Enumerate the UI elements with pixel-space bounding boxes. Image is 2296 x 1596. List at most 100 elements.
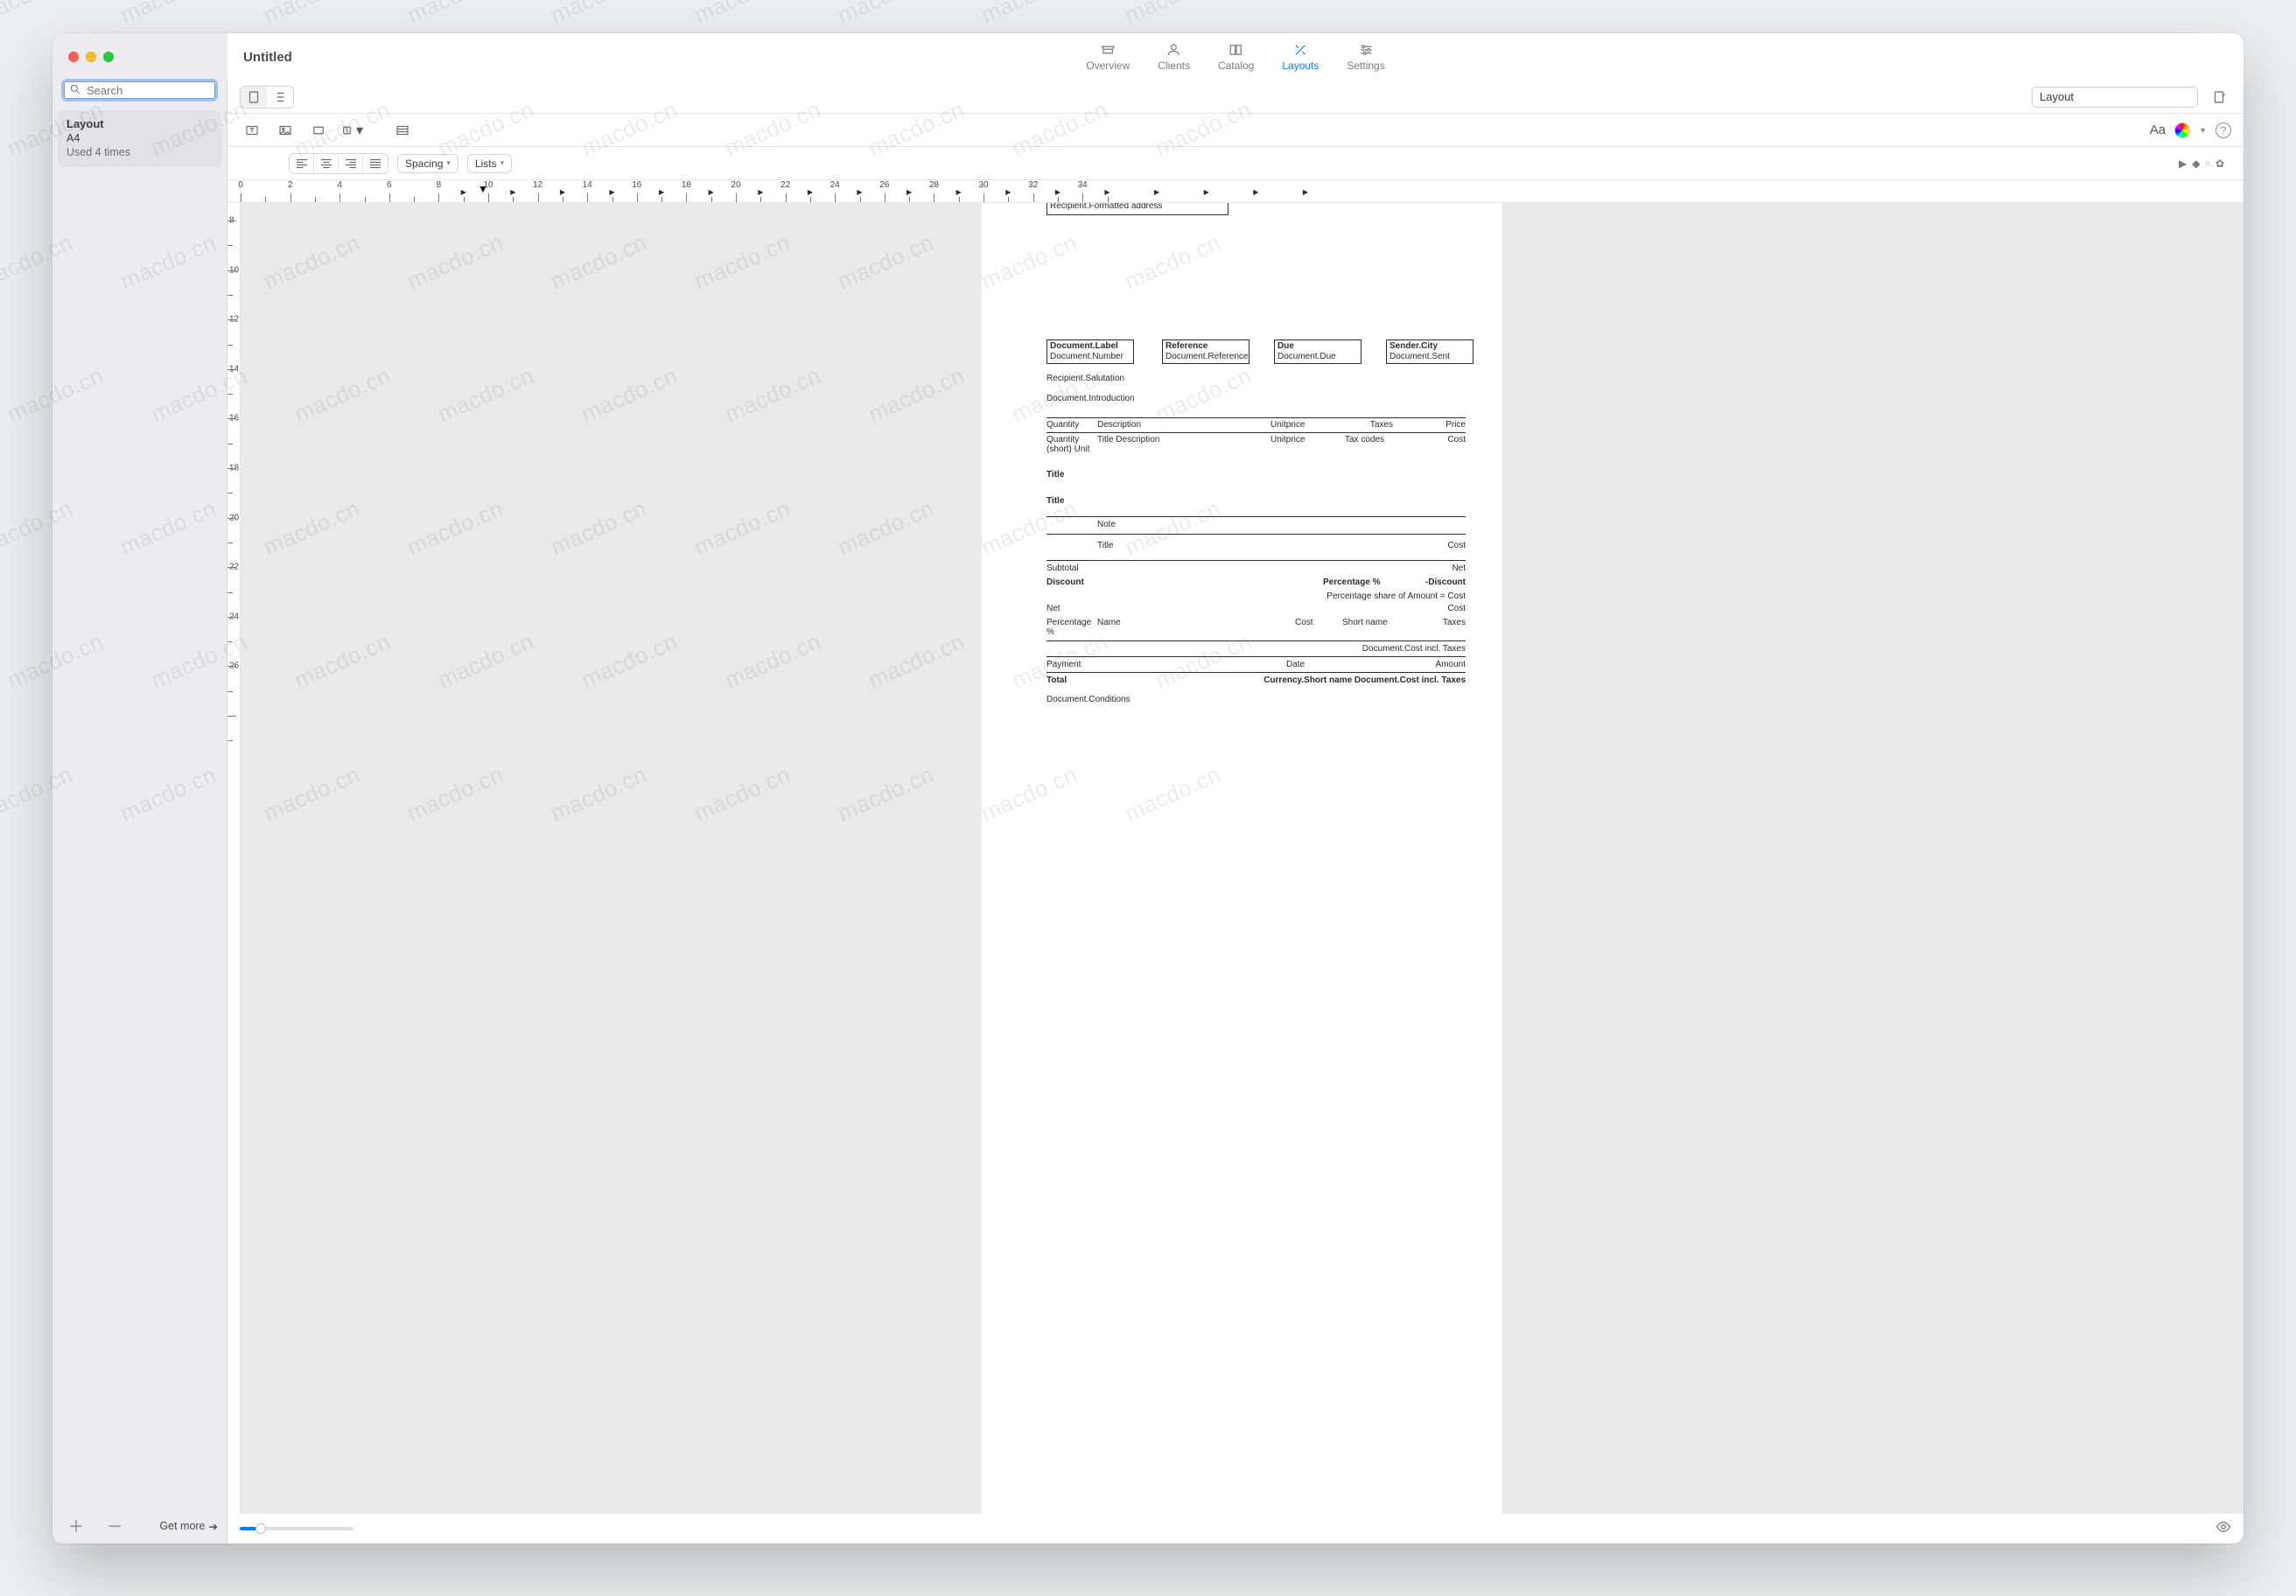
tr-title[interactable]: Title Description — [1097, 435, 1194, 444]
row-total[interactable]: Total — [1046, 676, 1067, 685]
table-rule-1 — [1046, 432, 1466, 433]
row-payment[interactable]: Payment — [1046, 660, 1081, 669]
row-title1[interactable]: Title — [1046, 470, 1064, 480]
page-settings-icon[interactable] — [2207, 87, 2231, 108]
row-note[interactable]: Note — [1097, 520, 1116, 529]
close-icon[interactable] — [68, 52, 79, 62]
search-icon — [69, 83, 81, 98]
insert-table-icon[interactable] — [390, 120, 415, 141]
row-pct-cost[interactable]: Cost — [1295, 618, 1313, 627]
tab-clients[interactable]: Clients — [1158, 42, 1190, 72]
zoom-slider[interactable] — [240, 1527, 354, 1530]
editor: $▾ Aa ▼ ? Spaci — [228, 80, 2244, 1544]
insert-textbox-icon[interactable] — [240, 120, 264, 141]
sidebar-item-title: Layout — [66, 117, 213, 130]
layout-name-input[interactable] — [2032, 87, 2198, 108]
lists-select[interactable]: Lists ▾ — [467, 154, 512, 173]
insert-image-icon[interactable] — [273, 120, 298, 141]
row-discount[interactable]: Discount — [1046, 578, 1084, 587]
vertical-ruler[interactable]: 8101214161820222426 — [228, 203, 241, 1514]
tr-cost[interactable]: Cost — [1447, 435, 1466, 444]
field-introduction[interactable]: Document.Introduction — [1046, 394, 1135, 403]
diamond-icon[interactable]: ◆ — [2192, 158, 2200, 170]
row-title3[interactable]: Title — [1097, 541, 1114, 550]
window-controls — [52, 33, 228, 80]
th-unitprice: Unitprice — [1270, 420, 1305, 430]
document-title: Untitled — [243, 50, 292, 65]
align-right-icon[interactable] — [339, 154, 363, 173]
get-more-button[interactable]: Get more ➔ — [159, 1520, 218, 1533]
header-field-1[interactable]: ReferenceDocument.Reference — [1162, 340, 1250, 364]
shape-quick-nav: ▶ ◆ ○ ✿ — [2179, 158, 2231, 170]
tab-overview[interactable]: Overview — [1086, 42, 1130, 72]
view-mode-segment[interactable] — [240, 86, 294, 108]
align-left-icon[interactable] — [290, 154, 314, 173]
page[interactable]: Recipient.Formatted address Recipient.Sa… — [982, 203, 1502, 1514]
insert-shape-icon[interactable] — [306, 120, 331, 141]
tr-up[interactable]: Unitprice — [1270, 435, 1305, 444]
play-icon[interactable]: ▶ — [2179, 158, 2187, 170]
row-discount-neg[interactable]: -Discount — [1425, 578, 1466, 587]
row-conditions[interactable]: Document.Conditions — [1046, 695, 1130, 704]
note-rule-bot — [1046, 534, 1466, 535]
row-title2[interactable]: Title — [1046, 496, 1064, 506]
tab-settings[interactable]: Settings — [1347, 42, 1384, 72]
row-pct[interactable]: Percentage % — [1046, 618, 1096, 637]
horizontal-ruler[interactable]: 0246810121416182022242628303234▶▶▶▶▶▶▶▶▶… — [228, 180, 2244, 203]
minimize-icon[interactable] — [86, 52, 96, 62]
align-justify-icon[interactable] — [363, 154, 388, 173]
font-button[interactable]: Aa — [2150, 122, 2166, 137]
header-field-0[interactable]: Document.LabelDocument.Number — [1046, 340, 1134, 364]
row-payment-date[interactable]: Date — [1286, 660, 1305, 669]
color-dropdown-icon[interactable]: ▼ — [2199, 126, 2207, 135]
add-button[interactable]: ＋ — [68, 1515, 84, 1537]
lists-label: Lists — [475, 158, 497, 170]
tr-tax[interactable]: Tax codes — [1345, 435, 1384, 444]
app-window: Untitled Overview Clients — [52, 33, 2244, 1544]
align-segment[interactable] — [289, 153, 388, 174]
field-salutation[interactable]: Recipient.Salutation — [1046, 374, 1124, 383]
zoom-icon[interactable] — [103, 52, 114, 62]
get-more-label: Get more — [159, 1520, 205, 1532]
search-input[interactable] — [87, 84, 241, 97]
canvas[interactable]: Recipient.Formatted address Recipient.Sa… — [241, 203, 2244, 1514]
gear-small-icon[interactable]: ✿ — [2216, 158, 2224, 170]
tr-qty[interactable]: Quantity (short) Unit — [1046, 435, 1094, 454]
row-total-val[interactable]: Currency.Short name Document.Cost incl. … — [1264, 676, 1466, 685]
spacing-select[interactable]: Spacing ▾ — [397, 154, 458, 173]
remove-button[interactable]: － — [107, 1515, 122, 1537]
row-subtotal-net[interactable]: Net — [1452, 564, 1466, 573]
titlebar: Untitled Overview Clients — [52, 33, 2244, 80]
tab-catalog[interactable]: Catalog — [1218, 42, 1254, 72]
row-pct-share[interactable]: Percentage share of Amount = Cost — [1326, 592, 1466, 601]
sidebar-item-layout[interactable]: Layout A4 Used 4 times — [58, 110, 221, 167]
preview-icon[interactable] — [2216, 1519, 2231, 1539]
row-pct-short[interactable]: Short name — [1342, 618, 1388, 627]
color-picker-icon[interactable] — [2174, 122, 2190, 138]
tab-clients-label: Clients — [1158, 60, 1190, 72]
row-cost-incl[interactable]: Document.Cost incl. Taxes — [1362, 644, 1466, 654]
sidebar-search[interactable]: ▲▼ — [61, 79, 218, 102]
catalog-icon — [1227, 42, 1246, 58]
row-net[interactable]: Net — [1046, 604, 1060, 613]
row-pct-name[interactable]: Name — [1097, 618, 1121, 627]
row-pct-taxes[interactable]: Taxes — [1443, 618, 1466, 627]
help-icon[interactable]: ? — [2216, 122, 2231, 138]
page-view-icon[interactable] — [241, 87, 267, 108]
pct-rule — [1046, 640, 1466, 641]
header-field-3[interactable]: Sender.CityDocument.Sent — [1386, 340, 1474, 364]
payment-rule-bot — [1046, 672, 1466, 673]
insert-variable-icon[interactable]: $▾ — [340, 120, 364, 141]
row-subtotal[interactable]: Subtotal — [1046, 564, 1079, 573]
circle-icon[interactable]: ○ — [2206, 158, 2210, 171]
row-payment-amt[interactable]: Amount — [1436, 660, 1466, 669]
field-recipient-address[interactable]: Recipient.Formatted address — [1046, 203, 1228, 215]
row-cost3[interactable]: Cost — [1447, 541, 1466, 550]
align-center-icon[interactable] — [314, 154, 339, 173]
row-discount-pct[interactable]: Percentage % — [1323, 578, 1381, 587]
settings-icon — [1356, 42, 1376, 58]
row-net-cost[interactable]: Cost — [1447, 604, 1466, 613]
header-field-2[interactable]: DueDocument.Due — [1274, 340, 1362, 364]
list-view-icon[interactable] — [267, 87, 293, 108]
tab-layouts[interactable]: Layouts — [1282, 42, 1319, 72]
